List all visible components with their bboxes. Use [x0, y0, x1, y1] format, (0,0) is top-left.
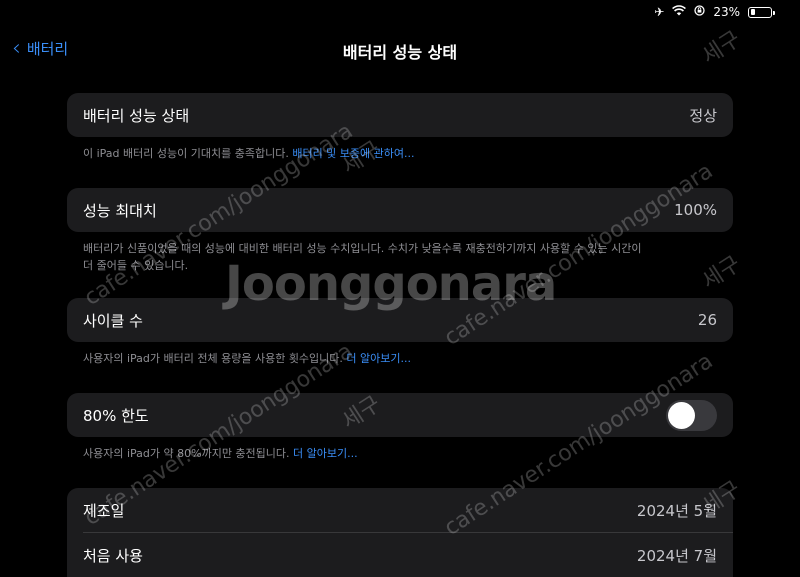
manufacture-date-label: 제조일	[83, 501, 125, 520]
cycle-count-value: 26	[697, 311, 717, 329]
battery-level-fill	[750, 9, 755, 15]
status-bar: ✈ 23%	[0, 0, 800, 24]
max-capacity-card: 성능 최대치 100%	[67, 188, 733, 232]
charge-limit-card: 80% 한도	[67, 393, 733, 437]
cycle-count-card: 사이클 수 26	[67, 298, 733, 342]
charge-limit-toggle[interactable]	[666, 399, 717, 431]
battery-health-value: 정상	[689, 106, 717, 125]
first-use-value: 2024년 7월	[636, 546, 717, 565]
cycle-count-learn-more-link[interactable]: 더 알아보기...	[346, 352, 411, 365]
charge-limit-label: 80% 한도	[83, 406, 149, 425]
battery-percent: 23%	[713, 5, 740, 19]
dates-card: 제조일 2024년 5월 처음 사용 2024년 7월	[67, 488, 733, 577]
charge-limit-note-text: 사용자의 iPad가 약 80%까지만 충전됩니다.	[83, 447, 294, 460]
charge-limit-row: 80% 한도	[67, 393, 733, 437]
cycle-count-label: 사이클 수	[83, 311, 143, 330]
max-capacity-note: 배터리가 신품이었을 때의 성능에 대비한 배터리 성능 수치입니다. 수치가 …	[83, 240, 723, 274]
wifi-icon	[672, 5, 687, 19]
charge-limit-note: 사용자의 iPad가 약 80%까지만 충전됩니다. 더 알아보기...	[83, 445, 723, 462]
max-capacity-note-line2: 더 줄어들 수 있습니다.	[83, 259, 189, 272]
first-use-row: 처음 사용 2024년 7월	[67, 533, 733, 577]
battery-icon	[748, 6, 775, 18]
max-capacity-note-line1: 배터리가 신품이었을 때의 성능에 대비한 배터리 성능 수치입니다. 수치가 …	[83, 242, 642, 255]
lock-rotation-icon	[694, 5, 705, 19]
cycle-count-note-text: 사용자의 iPad가 배터리 전체 용량을 사용한 횟수입니다.	[83, 352, 347, 365]
battery-health-note: 이 iPad 배터리 성능이 기대치를 충족합니다. 배터리 및 보증에 관하여…	[83, 145, 723, 162]
max-capacity-row: 성능 최대치 100%	[67, 188, 733, 232]
max-capacity-label: 성능 최대치	[83, 201, 157, 220]
battery-health-note-text: 이 iPad 배터리 성능이 기대치를 충족합니다.	[83, 147, 293, 160]
charge-limit-learn-more-link[interactable]: 더 알아보기...	[293, 447, 358, 460]
battery-health-card: 배터리 성능 상태 정상	[67, 93, 733, 137]
cycle-count-note: 사용자의 iPad가 배터리 전체 용량을 사용한 횟수입니다. 더 알아보기.…	[83, 350, 723, 367]
max-capacity-value: 100%	[674, 201, 717, 219]
airplane-icon: ✈	[654, 5, 665, 19]
cycle-count-row: 사이클 수 26	[67, 298, 733, 342]
battery-health-label: 배터리 성능 상태	[83, 106, 190, 125]
toggle-knob	[668, 401, 695, 429]
manufacture-date-row: 제조일 2024년 5월	[67, 488, 733, 532]
page-title: 배터리 성능 상태	[342, 43, 458, 62]
status-icons: ✈ 23%	[654, 5, 775, 19]
navigation-bar: ‹ 배터리 배터리 성능 상태	[0, 34, 800, 64]
manufacture-date-value: 2024년 5월	[636, 501, 717, 520]
battery-health-row: 배터리 성능 상태 정상	[67, 93, 733, 137]
first-use-label: 처음 사용	[83, 546, 143, 565]
battery-warranty-link[interactable]: 배터리 및 보증에 관하여...	[292, 147, 414, 160]
